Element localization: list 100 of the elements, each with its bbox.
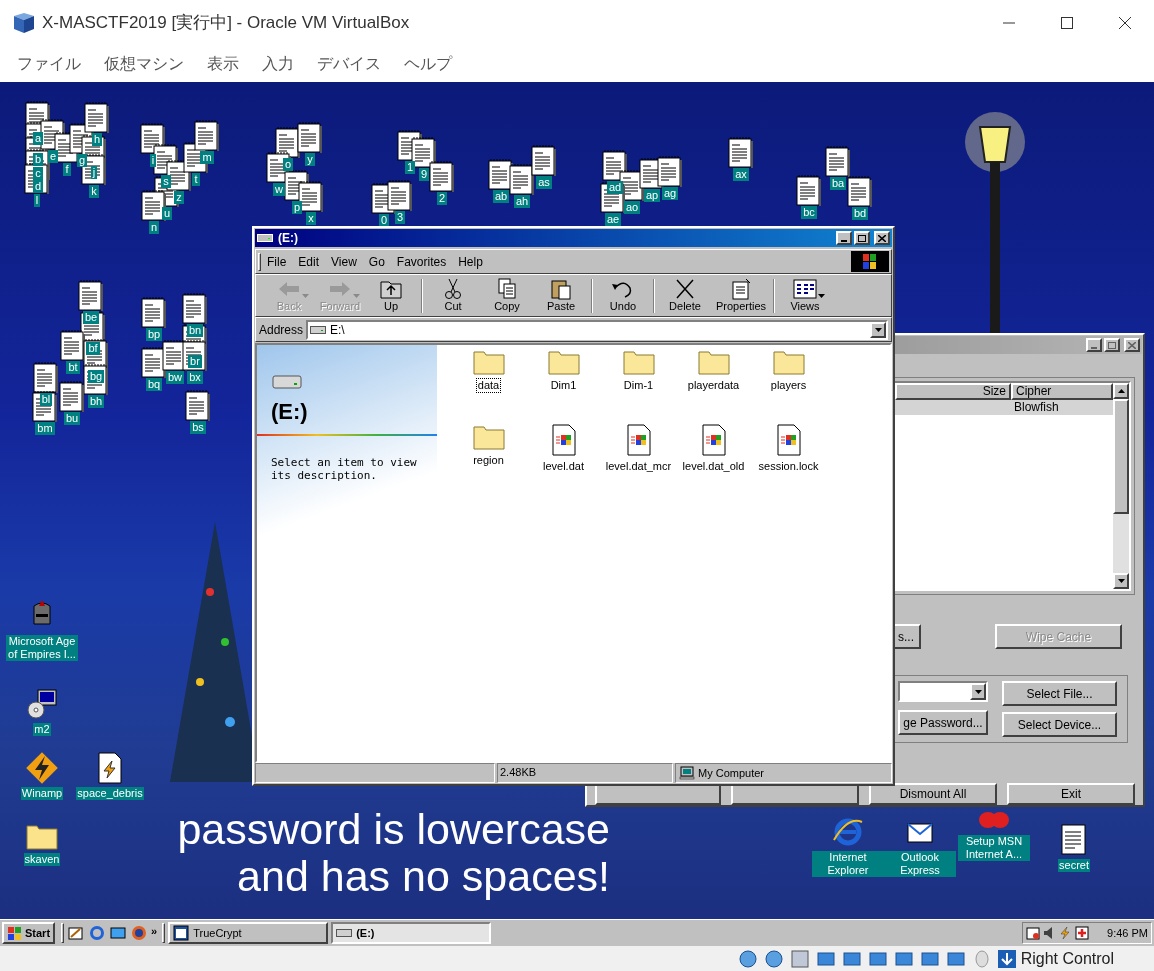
menu-item[interactable]: ヘルプ — [393, 51, 463, 76]
windows-file-icon[interactable] — [550, 424, 577, 456]
toolbar-button[interactable]: Up — [364, 278, 418, 313]
file-name[interactable]: Dim1 — [549, 379, 578, 392]
desktop-icon-label[interactable]: bu — [63, 412, 81, 425]
desktop-icon-label[interactable]: e — [47, 150, 59, 163]
start-button[interactable]: Start — [2, 922, 56, 944]
menu-item[interactable]: デバイス — [306, 51, 392, 76]
menu-item[interactable]: 入力 — [251, 51, 305, 76]
up-arrow-icon[interactable] — [1117, 389, 1125, 393]
menu-item[interactable]: 仮想マシン — [93, 51, 195, 76]
desktop-icon-label[interactable]: bh — [87, 395, 105, 408]
shortcut-label[interactable]: Setup MSN Internet A... — [958, 835, 1030, 861]
desktop-icon-label[interactable]: f — [63, 163, 71, 176]
menu-item[interactable]: View — [325, 252, 363, 271]
desktop-icon-label[interactable]: c — [33, 167, 43, 180]
desktop-icon-label[interactable]: l — [33, 194, 41, 207]
desktop-icon-label[interactable]: k — [89, 185, 99, 198]
windows-file-icon[interactable] — [775, 424, 802, 456]
more-chevron[interactable]: » — [151, 922, 158, 940]
maximize-button[interactable] — [854, 231, 870, 245]
shortcut-label[interactable]: space_debris — [76, 787, 144, 800]
dialog-button[interactable]: Select Device... — [1002, 712, 1117, 737]
maximize-button[interactable] — [1104, 338, 1120, 352]
dropdown-arrow-icon[interactable] — [974, 689, 982, 694]
desktop-icon-label[interactable]: i — [149, 154, 157, 167]
desktop-icon-label[interactable]: bx — [187, 371, 203, 384]
menu-item[interactable]: Edit — [292, 252, 326, 271]
menu-item[interactable]: Help — [452, 252, 489, 271]
minimize-button[interactable] — [836, 231, 852, 245]
dialog-button[interactable]: Exit — [1007, 783, 1135, 805]
e-logo-icon[interactable] — [832, 816, 864, 848]
desktop-icon-label[interactable]: d — [32, 180, 44, 193]
computer-disc-icon[interactable] — [26, 688, 58, 720]
toolbar-button[interactable]: Paste — [534, 278, 588, 313]
toolbar-button[interactable]: Cut — [426, 278, 480, 313]
desktop-icon-label[interactable]: bf — [86, 342, 100, 355]
close-button[interactable] — [874, 231, 890, 245]
desktop-icon-label[interactable]: bs — [190, 421, 206, 434]
desktop-icon-label[interactable]: m — [200, 151, 214, 164]
toolbar-button[interactable]: Delete — [658, 278, 712, 313]
desktop-icon-label[interactable]: 1 — [404, 161, 416, 174]
menu-item[interactable]: 表示 — [196, 51, 250, 76]
desktop-icon-label[interactable]: bw — [165, 371, 185, 384]
file-name[interactable]: session.lock — [757, 460, 820, 473]
toolbar-button[interactable]: Views — [778, 278, 832, 313]
volume-row[interactable]: Blowfish — [895, 400, 1113, 415]
file-name[interactable]: level.dat — [542, 460, 585, 473]
file-name[interactable]: Dim-1 — [622, 379, 655, 392]
desktop-icon-label[interactable]: ah — [513, 195, 531, 208]
desktop-icon-label[interactable]: b — [32, 153, 44, 166]
desktop-icon-label[interactable]: bc — [801, 206, 817, 219]
taskbar-button[interactable]: TrueCrypt — [168, 922, 329, 944]
desktop-icon-label[interactable]: n — [148, 221, 160, 234]
floppy-icon[interactable] — [788, 948, 811, 969]
file-name[interactable]: region — [472, 454, 505, 467]
desktop-icon-label[interactable]: bd — [851, 207, 869, 220]
windows-file-icon[interactable] — [625, 424, 652, 456]
shortcut-label[interactable]: Outlook Express — [884, 851, 956, 877]
desktop-icon-label[interactable]: ab — [492, 190, 510, 203]
shortcut-label[interactable]: Internet Explorer — [812, 851, 884, 877]
desktop-icon-label[interactable]: h — [91, 133, 103, 146]
desktop-icon[interactable] — [67, 925, 86, 941]
dialog-button[interactable]: Select File... — [1002, 681, 1117, 706]
down-arrow-icon[interactable] — [1117, 579, 1125, 583]
desktop-icon-label[interactable]: a — [32, 132, 44, 145]
file-name[interactable]: level.dat_mcr — [604, 460, 673, 473]
desktop-icon-label[interactable]: br — [188, 355, 202, 368]
file-name[interactable]: players — [769, 379, 808, 392]
desktop-icon-label[interactable]: j — [90, 166, 98, 179]
shortcut-label[interactable]: Winamp — [20, 787, 64, 800]
windows-file-icon[interactable] — [700, 424, 727, 456]
dropdown-field[interactable] — [898, 681, 988, 702]
desktop-icon-label[interactable]: bt — [66, 361, 80, 374]
menu-item[interactable]: Favorites — [390, 252, 453, 271]
desktop-icon-label[interactable]: z — [174, 191, 184, 204]
column-header[interactable]: Size — [895, 383, 1011, 400]
file-name[interactable]: playerdata — [686, 379, 741, 392]
desktop-icon-label[interactable]: 3 — [394, 211, 406, 224]
menu-item[interactable]: File — [261, 252, 293, 271]
file-name[interactable]: data — [476, 379, 501, 392]
desktop-icon-label[interactable]: ae — [604, 213, 622, 226]
desktop-icon-label[interactable]: o — [282, 158, 294, 171]
desktop-icon-label[interactable]: 9 — [418, 168, 430, 181]
dropdown-arrow-icon[interactable] — [818, 293, 825, 298]
menu-item[interactable]: Go — [362, 252, 391, 271]
desktop-icon-label[interactable]: u — [161, 207, 173, 220]
desktop-icon-label[interactable]: ba — [829, 177, 847, 190]
desktop-icon-label[interactable]: bp — [145, 328, 163, 341]
desktop-icon-label[interactable]: ax — [733, 168, 749, 181]
close-button[interactable] — [1124, 338, 1140, 352]
desktop-icon-label[interactable]: bm — [35, 422, 55, 435]
desktop-icon-label[interactable]: 2 — [436, 192, 448, 205]
desktop-icon-label[interactable]: p — [291, 201, 303, 214]
notepad-file-icon[interactable] — [1060, 822, 1088, 856]
dialog-button[interactable]: ge Password... — [898, 710, 988, 735]
desktop-icon-label[interactable]: s — [161, 175, 171, 188]
desktop-icon-label[interactable]: y — [305, 153, 315, 166]
scrollbar[interactable] — [1113, 383, 1129, 589]
address-field[interactable]: E:\ — [306, 319, 888, 340]
